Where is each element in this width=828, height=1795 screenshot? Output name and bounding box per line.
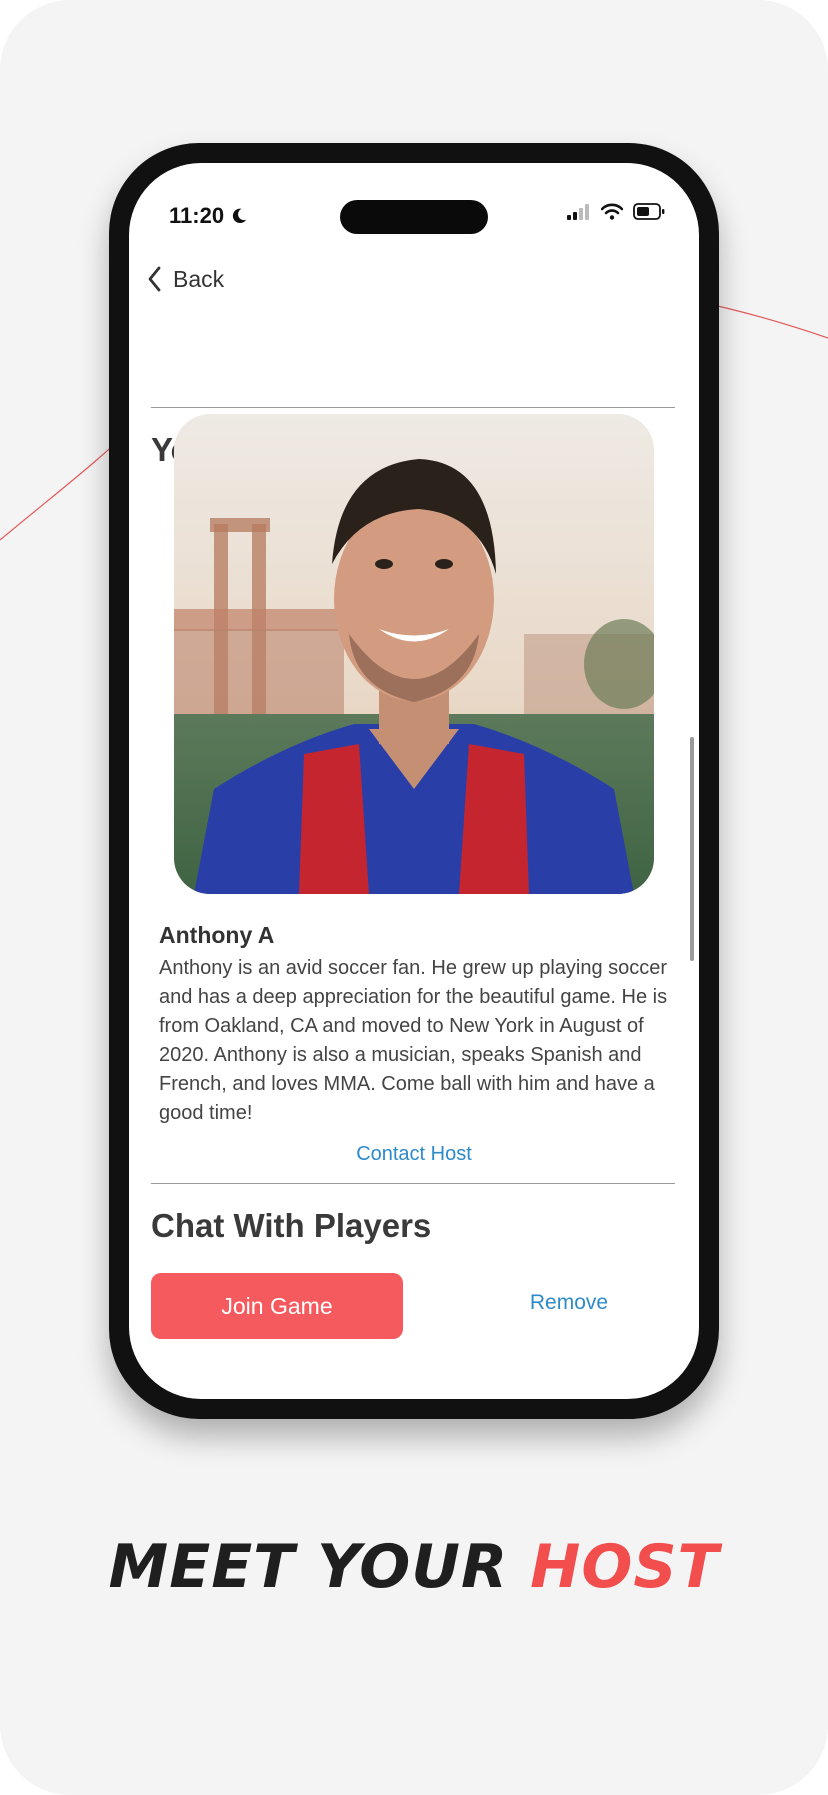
- battery-icon: [633, 203, 665, 220]
- chat-with-players-title: Chat With Players: [151, 1207, 432, 1244]
- moon-icon: [232, 208, 247, 224]
- promo-headline: MEET YOUR HOST: [0, 1532, 828, 1602]
- back-label: Back: [173, 265, 225, 292]
- signal-icon: [567, 203, 589, 220]
- host-photo-illustration: [174, 414, 654, 894]
- host-name: Anthony A: [159, 922, 275, 948]
- scrollbar[interactable]: [690, 737, 694, 961]
- section-divider: [151, 1183, 675, 1184]
- status-time-text: 11:20: [169, 203, 225, 228]
- join-game-button[interactable]: Join Game: [151, 1273, 403, 1339]
- contact-host-link[interactable]: Contact Host: [129, 1143, 699, 1166]
- top-divider: [151, 407, 675, 408]
- host-photo: [174, 414, 654, 894]
- host-bio: Anthony is an avid soccer fan. He grew u…: [159, 957, 668, 1124]
- back-button[interactable]: Back: [145, 259, 224, 299]
- status-icons: [567, 203, 665, 220]
- remove-button[interactable]: Remove: [509, 1291, 629, 1315]
- headline-part2: HOST: [530, 1532, 720, 1602]
- chevron-left-icon: [148, 266, 161, 292]
- headline-part1: MEET YOUR: [108, 1532, 531, 1602]
- phone-screen: 11:20 Back Anthony A Anthony is an avid …: [129, 163, 699, 1399]
- wifi-icon: [601, 203, 623, 220]
- status-time: 11:20: [169, 203, 248, 229]
- phone-frame: 11:20 Back Anthony A Anthony is an avid …: [109, 143, 719, 1419]
- dynamic-island: [340, 200, 488, 234]
- status-bar: 11:20: [129, 163, 699, 234]
- promo-card: 11:20 Back Anthony A Anthony is an avid …: [0, 0, 828, 1795]
